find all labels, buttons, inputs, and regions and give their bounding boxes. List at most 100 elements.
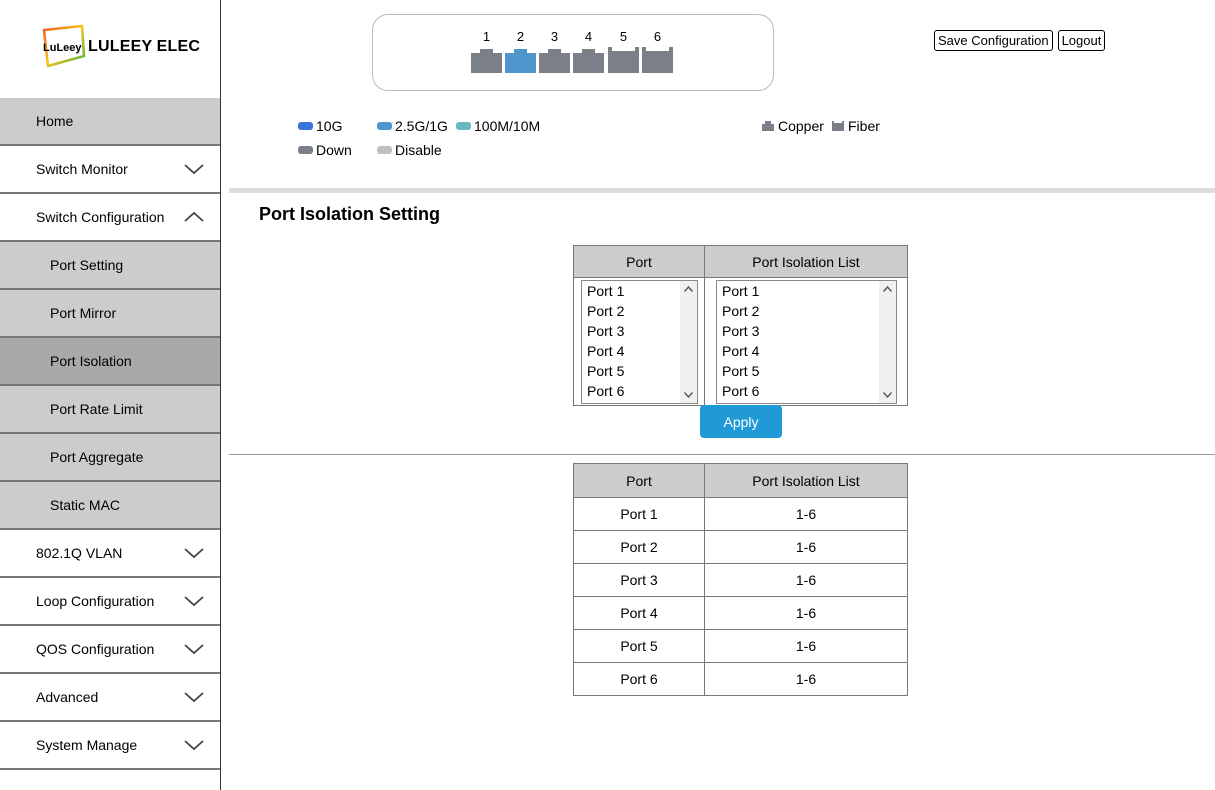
list-item[interactable]: Port 1 <box>717 281 896 301</box>
sidebar-item-label: Advanced <box>36 689 99 705</box>
brand-logo: LuLeey LULEEY ELEC <box>36 22 206 72</box>
top-toolbar: Save Configuration Logout <box>934 30 1106 51</box>
copper-port-icon <box>471 49 502 73</box>
list-item[interactable]: Port 5 <box>717 361 896 381</box>
sidebar-nav: Home Switch Monitor Switch Configuration… <box>0 98 220 770</box>
sidebar-item-port-isolation[interactable]: Port Isolation <box>0 338 220 386</box>
scroll-up-icon[interactable] <box>883 286 892 292</box>
chevron-up-icon <box>184 211 204 222</box>
legend-fiber: Fiber <box>832 118 880 134</box>
column-header-port: Port <box>574 246 704 278</box>
port-6[interactable]: 6 <box>642 29 673 73</box>
brand-name: LULEEY ELEC <box>88 38 201 55</box>
port-number: 3 <box>550 29 559 44</box>
swatch-10g-icon <box>298 122 313 130</box>
port-2[interactable]: 2 <box>505 29 536 73</box>
swatch-down-icon <box>298 146 313 154</box>
port-select-listbox[interactable]: Port 1 Port 2 Port 3 Port 4 Port 5 Port … <box>581 280 698 404</box>
sidebar-item-label: Static MAC <box>50 497 121 513</box>
sidebar-item-loop-configuration[interactable]: Loop Configuration <box>0 578 220 626</box>
sidebar-item-static-mac[interactable]: Static MAC <box>0 482 220 530</box>
cell-port: Port 3 <box>573 563 705 597</box>
sidebar-item-home[interactable]: Home <box>0 98 220 146</box>
cell-port: Port 6 <box>573 662 705 696</box>
cell-isolation-list: 1-6 <box>704 596 908 630</box>
legend-copper: Copper <box>762 118 824 134</box>
column-header-port: Port <box>573 463 705 498</box>
scrollbar[interactable] <box>879 281 896 403</box>
column-header-isolation-list: Port Isolation List <box>705 246 907 278</box>
sidebar-item-qos-configuration[interactable]: QOS Configuration <box>0 626 220 674</box>
cell-port: Port 1 <box>573 497 705 531</box>
sidebar-item-label: Loop Configuration <box>36 593 155 609</box>
swatch-disable-icon <box>377 146 392 154</box>
column-divider <box>704 246 705 405</box>
port-1[interactable]: 1 <box>471 29 502 73</box>
cell-isolation-list: 1-6 <box>704 662 908 696</box>
copper-port-icon <box>573 49 604 73</box>
list-item[interactable]: Port 4 <box>717 341 896 361</box>
cell-port: Port 5 <box>573 629 705 663</box>
chevron-down-icon <box>184 692 204 703</box>
chevron-down-icon <box>184 596 204 607</box>
sidebar-item-label: Switch Monitor <box>36 161 128 177</box>
legend-label: 10G <box>316 118 343 134</box>
scroll-down-icon[interactable] <box>883 392 892 398</box>
port-number: 6 <box>653 29 662 44</box>
sidebar-item-switch-monitor[interactable]: Switch Monitor <box>0 146 220 194</box>
brand-badge-icon: LuLeey <box>42 24 86 68</box>
cell-isolation-list: 1-6 <box>704 629 908 663</box>
legend-100m-10m: 100M/10M <box>456 118 540 134</box>
header-divider <box>229 188 1215 193</box>
fiber-port-icon <box>832 121 844 131</box>
logout-button[interactable]: Logout <box>1057 30 1106 51</box>
table-header-row: Port Port Isolation List <box>573 463 908 498</box>
apply-button[interactable]: Apply <box>700 405 782 438</box>
cell-isolation-list: 1-6 <box>704 497 908 531</box>
sidebar-item-label: Port Aggregate <box>50 449 144 465</box>
table-row: Port 4 1-6 <box>573 596 908 630</box>
sidebar-item-port-aggregate[interactable]: Port Aggregate <box>0 434 220 482</box>
list-item[interactable]: Port 6 <box>717 381 896 401</box>
sidebar-item-port-rate-limit[interactable]: Port Rate Limit <box>0 386 220 434</box>
sidebar-item-port-setting[interactable]: Port Setting <box>0 242 220 290</box>
sidebar-item-label: Home <box>36 113 74 129</box>
sidebar-item-advanced[interactable]: Advanced <box>0 674 220 722</box>
port-legend: 10G 2.5G/1G 100M/10M Copper Fiber Down D… <box>298 118 998 168</box>
table-row: Port 5 1-6 <box>573 629 908 663</box>
brand-badge-text: LuLeey <box>43 42 82 54</box>
sidebar-item-label: QOS Configuration <box>36 641 155 657</box>
table-row: Port 2 1-6 <box>573 530 908 564</box>
fiber-port-icon <box>642 47 673 73</box>
isolation-config-table: Port Port Isolation List Port 1 Port 2 P… <box>573 245 908 406</box>
sidebar-item-port-mirror[interactable]: Port Mirror <box>0 290 220 338</box>
list-item[interactable]: Port 2 <box>717 301 896 321</box>
legend-label: Copper <box>778 118 824 134</box>
port-number: 4 <box>584 29 593 44</box>
sidebar-item-switch-configuration[interactable]: Switch Configuration <box>0 194 220 242</box>
port-4[interactable]: 4 <box>573 29 604 73</box>
legend-10g: 10G <box>298 118 342 134</box>
copper-port-icon <box>505 49 536 73</box>
sidebar-item-label: Port Isolation <box>50 353 132 369</box>
sidebar-item-802-1q-vlan[interactable]: 802.1Q VLAN <box>0 530 220 578</box>
legend-label: Fiber <box>848 118 880 134</box>
scroll-down-icon[interactable] <box>684 392 693 398</box>
port-3[interactable]: 3 <box>539 29 570 73</box>
chevron-down-icon <box>184 644 204 655</box>
isolation-list-listbox[interactable]: Port 1 Port 2 Port 3 Port 4 Port 5 Port … <box>716 280 897 404</box>
legend-label: 100M/10M <box>474 118 541 134</box>
scrollbar[interactable] <box>680 281 697 403</box>
scroll-up-icon[interactable] <box>684 286 693 292</box>
cell-isolation-list: 1-6 <box>704 563 908 597</box>
save-configuration-button[interactable]: Save Configuration <box>934 30 1053 51</box>
port-5[interactable]: 5 <box>608 29 639 73</box>
cell-port: Port 2 <box>573 530 705 564</box>
port-number: 1 <box>482 29 491 44</box>
port-number: 5 <box>619 29 628 44</box>
legend-down: Down <box>298 142 352 158</box>
sidebar-item-system-manage[interactable]: System Manage <box>0 722 220 770</box>
sidebar-item-label: Port Rate Limit <box>50 401 143 417</box>
list-item[interactable]: Port 3 <box>717 321 896 341</box>
table-row: Port 3 1-6 <box>573 563 908 597</box>
